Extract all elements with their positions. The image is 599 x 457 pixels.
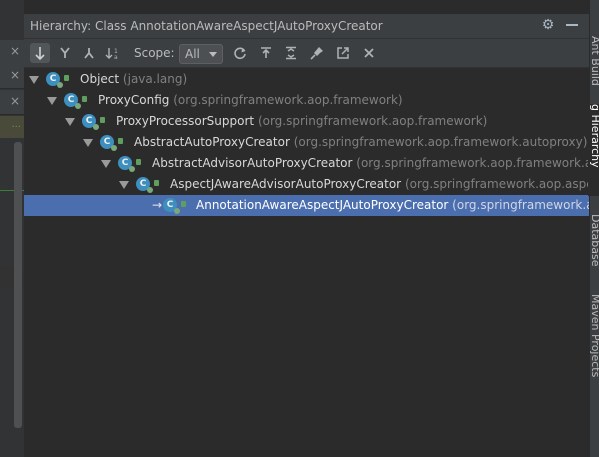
close-icon[interactable]: × [10, 68, 20, 82]
expand-triangle-icon[interactable] [65, 118, 75, 126]
subtypes-icon [84, 48, 94, 59]
close-icon [364, 48, 374, 58]
scope-label: Scope: [134, 46, 175, 60]
public-access-icon [64, 75, 69, 81]
class-icon: C [163, 198, 180, 214]
right-tool-strip: Ant Build g Hierarchy Database Maven Pro… [588, 0, 599, 457]
current-class-arrow-icon: → [152, 198, 163, 212]
package-name: (org.springframework.aop.framework) [173, 93, 403, 107]
sort-alphabetically-button[interactable]: 1a [103, 43, 123, 63]
pin-button[interactable] [307, 43, 327, 63]
tree-row-selected[interactable]: → C AnnotationAwareAspectJAutoProxyCreat… [24, 195, 599, 216]
hierarchy-toolbar: 1a Scope: All [24, 39, 589, 68]
abstract-class-icon: C [118, 156, 135, 172]
ant-build-tab[interactable]: Ant Build [588, 36, 599, 92]
tree-row[interactable]: C AbstractAdvisorAutoProxyCreator (org.s… [24, 153, 599, 174]
refresh-icon [234, 47, 246, 60]
public-access-icon [118, 138, 123, 144]
subtypes-button[interactable] [79, 43, 99, 63]
scope-value: All [185, 47, 200, 61]
editor-tab-strip: × × × ... [0, 0, 24, 457]
class-icon: C [136, 177, 153, 193]
expand-triangle-icon[interactable] [83, 139, 93, 147]
refresh-button[interactable] [230, 43, 250, 63]
chevron-down-icon [209, 52, 217, 57]
package-name: (org.springframework.aop.framework.autop… [293, 135, 588, 149]
dots-icon: ... [11, 119, 21, 130]
pin-icon [310, 47, 323, 60]
class-name: AnnotationAwareAspectJAutoProxyCreator [196, 198, 449, 212]
editor-tab[interactable]: × [0, 40, 24, 65]
package-name: (org.springframework.aop.aspec [404, 177, 599, 191]
expand-all-button[interactable] [281, 43, 301, 63]
editor-scrollbar[interactable] [14, 142, 22, 428]
expand-all-icon [286, 46, 296, 60]
expand-triangle-icon[interactable] [101, 160, 111, 168]
hierarchy-tab[interactable]: g Hierarchy [588, 104, 599, 196]
tool-window-header: Hierarchy: Class AnnotationAwareAspectJA… [24, 14, 589, 39]
open-in-editor-button[interactable] [333, 43, 353, 63]
scope-dropdown[interactable]: All [179, 44, 223, 64]
close-icon[interactable]: × [10, 44, 20, 58]
export-button[interactable] [256, 43, 276, 63]
public-access-icon [100, 117, 105, 123]
class-hierarchy-icon [35, 47, 45, 60]
hierarchy-tool-window: Hierarchy: Class AnnotationAwareAspectJA… [24, 0, 599, 457]
class-icon: C [46, 72, 63, 88]
class-name: ProxyProcessorSupport [116, 114, 255, 128]
public-access-icon [82, 96, 87, 102]
class-name: AbstractAdvisorAutoProxyCreator [152, 156, 353, 170]
expand-triangle-icon[interactable] [29, 76, 39, 84]
editor-tab[interactable]: × [0, 90, 24, 115]
package-name: (org.springframework.aop.framework.au [356, 156, 599, 170]
package-name: (org.springframework.aop.framework) [257, 114, 488, 128]
class-name: Object [80, 72, 120, 86]
tree-row[interactable]: C Object (java.lang) [24, 69, 589, 90]
window-title: Hierarchy: Class AnnotationAwareAspectJA… [30, 19, 383, 33]
tree-row[interactable]: C AspectJAwareAdvisorAutoProxyCreator (o… [24, 174, 599, 195]
public-access-icon [181, 201, 186, 207]
editor-tab[interactable]: × [0, 64, 24, 89]
tree-row[interactable]: C ProxyProcessorSupport (org.springframe… [24, 111, 589, 132]
supertypes-icon [60, 47, 70, 58]
class-name: AspectJAwareAdvisorAutoProxyCreator [170, 177, 402, 191]
minimize-icon[interactable] [566, 24, 578, 26]
expand-triangle-icon[interactable] [119, 181, 129, 189]
class-name: ProxyConfig [98, 93, 170, 107]
package-name: (org.springframework.ao [452, 198, 599, 212]
class-name: AbstractAutoProxyCreator [134, 135, 290, 149]
abstract-class-icon: C [100, 135, 117, 151]
class-icon: C [82, 114, 99, 130]
editor-notification-bar: ... [0, 116, 24, 138]
open-external-icon [337, 47, 349, 59]
sort-alpha-icon: 1a [105, 48, 118, 60]
close-icon[interactable]: × [10, 94, 20, 108]
svg-text:a: a [114, 54, 118, 60]
public-access-icon [136, 159, 141, 165]
tree-row[interactable]: C AbstractAutoProxyCreator (org.springfr… [24, 132, 589, 153]
expand-triangle-icon[interactable] [47, 97, 57, 105]
export-icon [261, 47, 271, 58]
maven-projects-tab[interactable]: Maven Projects [588, 294, 599, 398]
gear-icon[interactable]: ⚙ [540, 17, 556, 33]
class-icon: C [64, 93, 81, 109]
database-tab[interactable]: Database [588, 214, 599, 278]
close-hierarchy-button[interactable] [359, 43, 379, 63]
tree-row[interactable]: C ProxyConfig (org.springframework.aop.f… [24, 90, 589, 111]
public-access-icon [154, 180, 159, 186]
package-name: (java.lang) [122, 72, 188, 86]
supertypes-button[interactable] [55, 43, 75, 63]
hierarchy-tree: C Object (java.lang) C ProxyConfig (org.… [24, 69, 599, 457]
class-hierarchy-button[interactable] [30, 43, 50, 63]
